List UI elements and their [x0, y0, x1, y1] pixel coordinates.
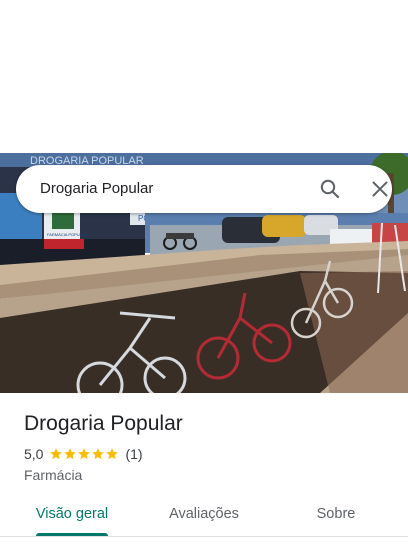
rating-row[interactable]: 5,0 (1)	[24, 444, 143, 464]
star-icon	[92, 448, 105, 460]
place-tabs: Visão geral Avaliações Sobre	[0, 496, 408, 538]
search-icon[interactable]	[318, 177, 342, 201]
search-bar[interactable]: Drogaria Popular	[16, 165, 392, 213]
tab-overview[interactable]: Visão geral	[20, 496, 124, 538]
review-count[interactable]: (1)	[125, 446, 142, 462]
close-icon[interactable]	[368, 177, 392, 201]
star-rating	[49, 447, 119, 461]
search-input[interactable]: Drogaria Popular	[40, 165, 153, 213]
tab-about[interactable]: Sobre	[296, 496, 376, 538]
star-icon	[106, 448, 119, 460]
star-icon	[78, 448, 91, 460]
place-title: Drogaria Popular	[24, 412, 183, 435]
tabs-divider	[0, 536, 408, 537]
star-icon	[50, 448, 63, 460]
pharmacy-sign-text: FARMÁCIA POPULAR	[47, 232, 88, 237]
place-category: Farmácia	[24, 467, 83, 483]
star-icon	[64, 448, 77, 460]
tab-reviews[interactable]: Avaliações	[150, 496, 258, 538]
rating-value: 5,0	[24, 446, 44, 462]
map-blank-area	[0, 0, 408, 153]
